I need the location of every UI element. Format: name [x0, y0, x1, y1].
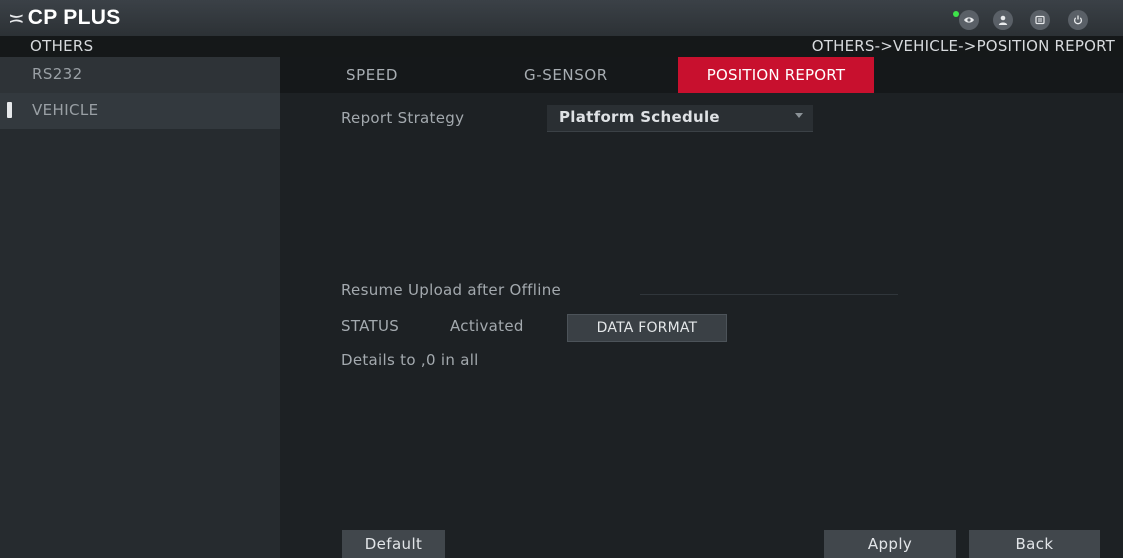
active-indicator: [7, 102, 12, 118]
sidebar-item-label: RS232: [32, 65, 83, 83]
resume-upload-label: Resume Upload after Offline: [341, 281, 562, 299]
report-strategy-label: Report Strategy: [341, 109, 465, 127]
status-label: STATUS: [341, 317, 400, 335]
settings-panel: Report Strategy Platform Schedule Resume…: [280, 93, 1123, 558]
breadcrumb: OTHERS->VEHICLE->POSITION REPORT: [811, 37, 1115, 55]
section-header: OTHERS OTHERS->VEHICLE->POSITION REPORT: [0, 36, 1123, 57]
system-info-icon[interactable]: [1030, 10, 1050, 30]
user-icon[interactable]: [993, 10, 1013, 30]
data-format-button[interactable]: DATA FORMAT: [567, 314, 727, 342]
apply-button[interactable]: Apply: [824, 530, 956, 558]
online-status-dot: [953, 11, 959, 17]
report-strategy-select[interactable]: Platform Schedule: [547, 105, 813, 132]
back-button[interactable]: Back: [969, 530, 1100, 558]
sidebar-item-label: VEHICLE: [32, 101, 99, 119]
title-bar: ≍ CP PLUS: [0, 0, 1123, 36]
tab-speed[interactable]: SPEED: [346, 57, 398, 93]
sidebar-item-rs232[interactable]: RS232: [0, 57, 280, 93]
logo-mark-icon: ≍: [8, 6, 25, 30]
section-title: OTHERS: [30, 37, 94, 55]
divider: [640, 294, 898, 295]
brand-logo: ≍ CP PLUS: [8, 6, 121, 30]
chevron-down-icon: [795, 113, 803, 118]
sidebar: RS232 VEHICLE: [0, 57, 280, 558]
power-icon[interactable]: [1068, 10, 1088, 30]
tab-bar: SPEED G-SENSOR POSITION REPORT: [280, 57, 1123, 93]
details-text: Details to ,0 in all: [341, 351, 479, 369]
live-view-icon[interactable]: [959, 10, 979, 30]
report-strategy-value: Platform Schedule: [559, 108, 720, 126]
status-value: Activated: [450, 317, 524, 335]
tab-g-sensor[interactable]: G-SENSOR: [524, 57, 608, 93]
sidebar-item-vehicle[interactable]: VEHICLE: [0, 93, 280, 129]
tab-position-report[interactable]: POSITION REPORT: [678, 57, 874, 93]
brand-name: CP PLUS: [27, 6, 121, 29]
default-button[interactable]: Default: [342, 530, 445, 558]
